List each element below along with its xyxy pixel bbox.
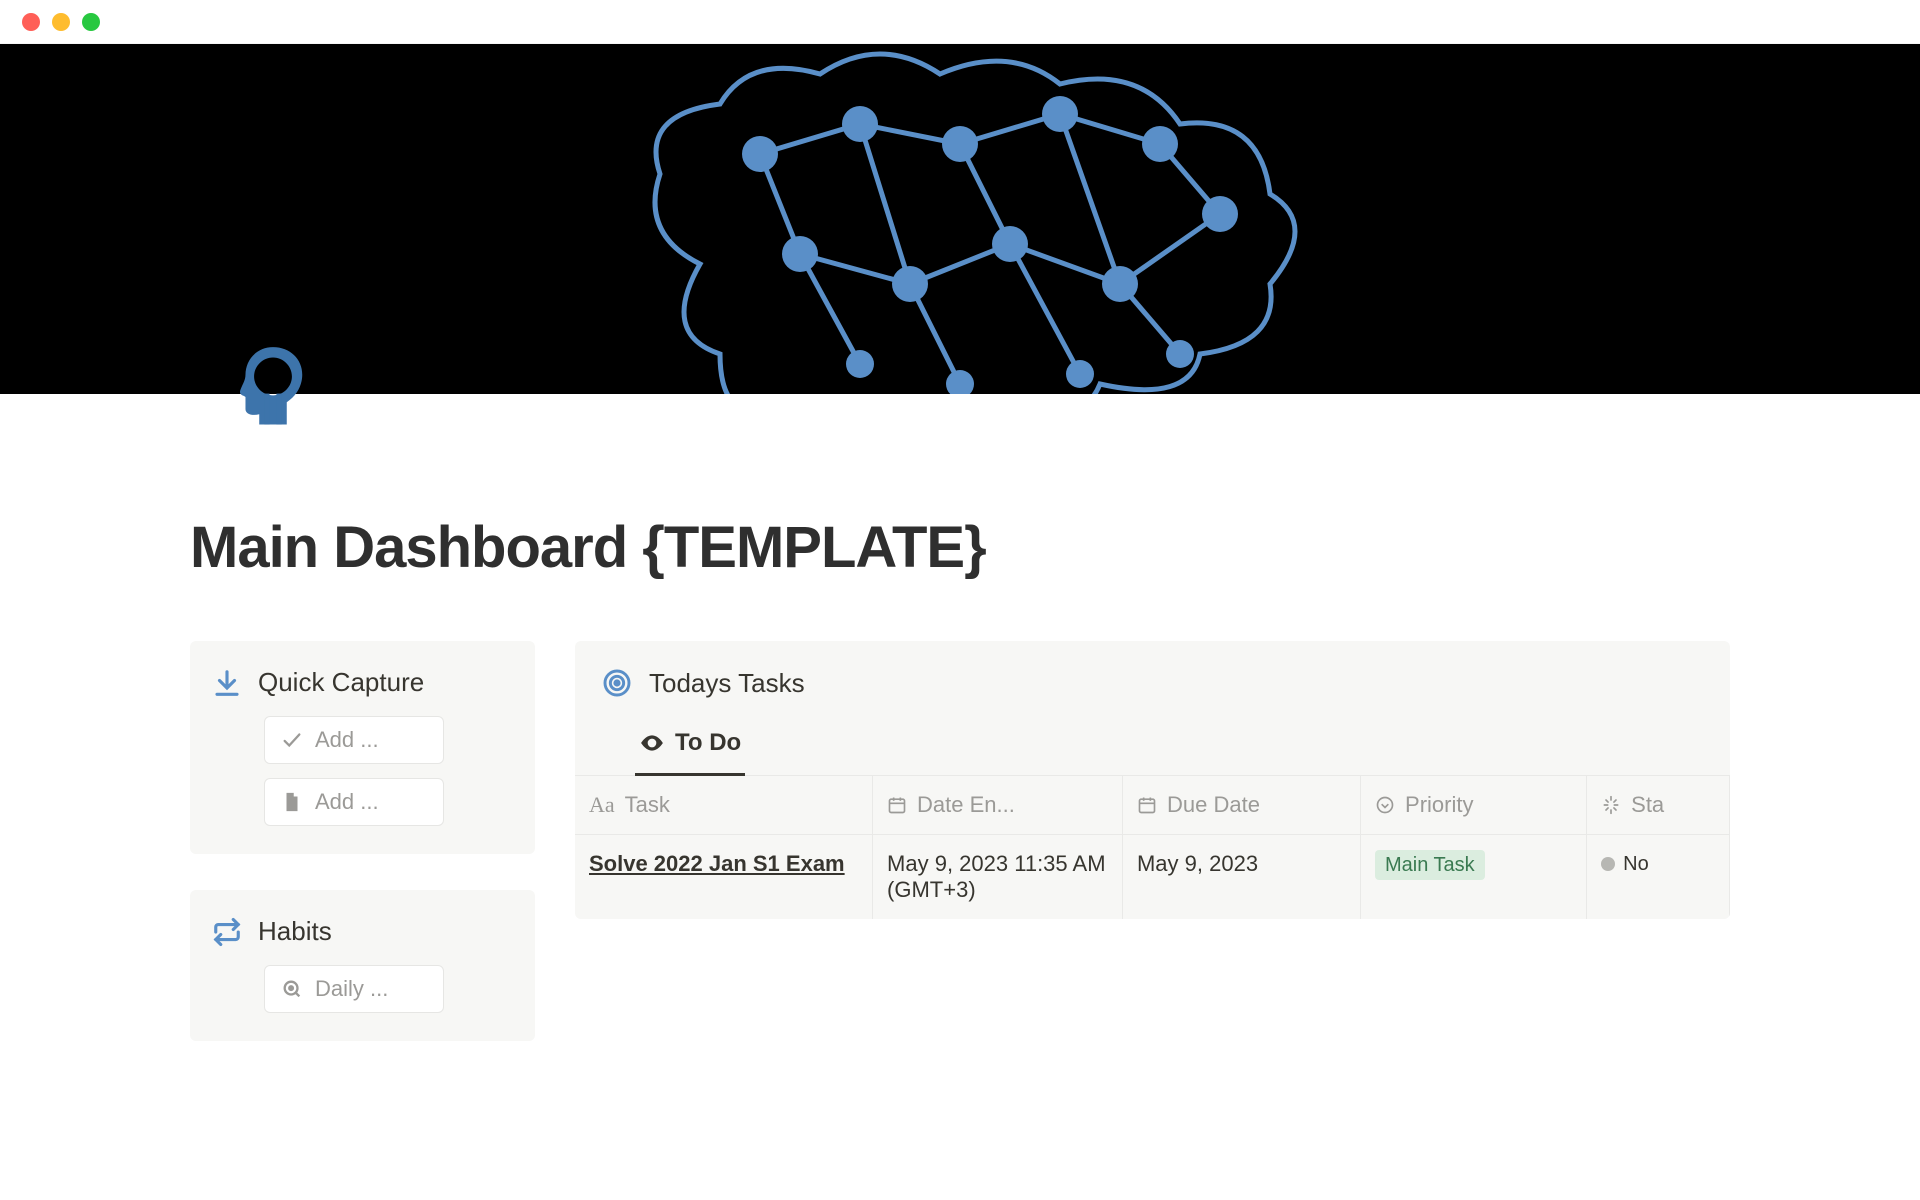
cell-task[interactable]: Solve 2022 Jan S1 Exam <box>575 835 873 920</box>
minimize-window-button[interactable] <box>52 13 70 31</box>
window-chrome <box>0 0 1920 44</box>
page-icon[interactable] <box>230 342 316 433</box>
habits-title: Habits <box>258 916 332 947</box>
todays-tasks-title: Todays Tasks <box>649 668 805 699</box>
todays-tasks-card: Todays Tasks To Do <box>575 641 1730 919</box>
col-status[interactable]: Sta <box>1587 776 1730 835</box>
file-icon <box>281 791 303 813</box>
quick-capture-title: Quick Capture <box>258 667 424 698</box>
maximize-window-button[interactable] <box>82 13 100 31</box>
target-icon <box>601 667 633 699</box>
page-title[interactable]: Main Dashboard {TEMPLATE} <box>190 514 1730 581</box>
add-note-button[interactable]: Add ... <box>264 778 444 826</box>
cell-date-entered: May 9, 2023 11:35 AM (GMT+3) <box>873 835 1123 920</box>
habits-card: Habits Daily ... <box>190 890 535 1041</box>
text-type-icon: Aa <box>589 792 615 818</box>
close-window-button[interactable] <box>22 13 40 31</box>
calendar-icon <box>1137 795 1157 815</box>
repeat-icon <box>212 917 242 947</box>
daily-habit-label: Daily ... <box>315 976 388 1002</box>
sidebar: Quick Capture Add ... Add ... <box>190 641 535 1041</box>
tab-todo-label: To Do <box>675 729 741 757</box>
add-task-label: Add ... <box>315 727 379 753</box>
cell-status: No <box>1587 835 1730 920</box>
tasks-table: Aa Task Date En... Due Date <box>575 776 1730 919</box>
dropdown-circle-icon <box>1375 795 1395 815</box>
add-note-label: Add ... <box>315 789 379 815</box>
head-profile-icon <box>230 342 316 428</box>
search-target-icon <box>281 978 303 1000</box>
quick-capture-card: Quick Capture Add ... Add ... <box>190 641 535 854</box>
brain-network-icon <box>580 44 1340 394</box>
cell-priority: Main Task <box>1361 835 1587 920</box>
check-icon <box>281 729 303 751</box>
download-arrow-icon <box>212 668 242 698</box>
calendar-icon <box>887 795 907 815</box>
status-dot-icon <box>1601 857 1615 871</box>
eye-icon <box>639 730 665 756</box>
cell-due-date: May 9, 2023 <box>1122 835 1360 920</box>
col-date-entered[interactable]: Date En... <box>873 776 1123 835</box>
col-task[interactable]: Aa Task <box>575 776 873 835</box>
col-due-date[interactable]: Due Date <box>1122 776 1360 835</box>
daily-habit-button[interactable]: Daily ... <box>264 965 444 1013</box>
add-task-button[interactable]: Add ... <box>264 716 444 764</box>
tab-todo[interactable]: To Do <box>635 717 745 776</box>
loading-spinner-icon <box>1601 795 1621 815</box>
table-row[interactable]: Solve 2022 Jan S1 Exam May 9, 2023 11:35… <box>575 835 1730 920</box>
col-priority[interactable]: Priority <box>1361 776 1587 835</box>
